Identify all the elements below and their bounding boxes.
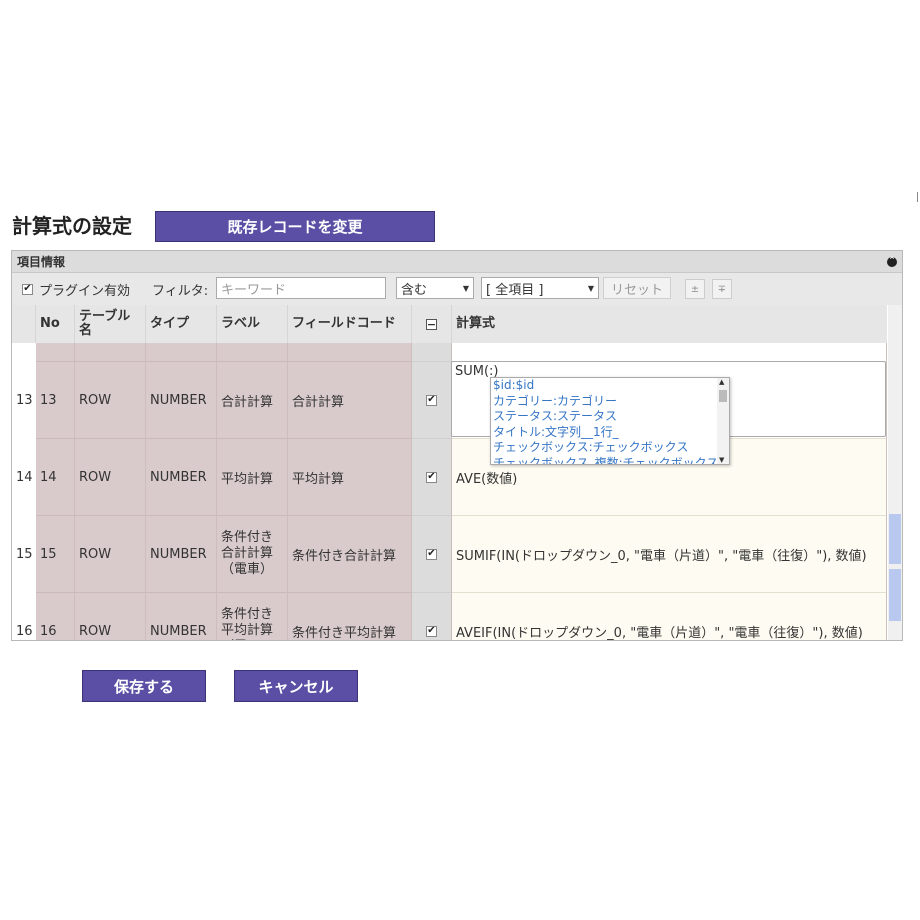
cell-code: 合計計算 [288,362,412,439]
table-row: 15 15 ROW NUMBER 条件付き合計計算（電車） 条件付き合計計算 ✔… [12,516,887,593]
caret-down-icon: ▼ [587,283,594,293]
cell-table [75,343,146,362]
cell-no: 14 [36,439,75,516]
cell-type: NUMBER [146,362,217,439]
row-enabled-checkbox[interactable]: ✔ [426,625,437,637]
cell-label: 合計計算 [217,362,288,439]
plugin-enabled-label: プラグイン有効 [39,283,131,299]
autocomplete-item[interactable]: チェックボックス_複数:チェックボックス_複数 [491,456,729,465]
cell-no [36,343,75,362]
cell-no: 13 [36,362,75,439]
col-no[interactable]: No [36,305,75,343]
cell-table: ROW [75,593,146,640]
filter-label: フィルタ: [152,283,209,299]
col-enabled: − [412,305,452,343]
row-enabled-checkbox[interactable]: ✔ [426,548,437,560]
autocomplete-item[interactable]: ステータス:ステータス [491,409,729,425]
match-select-value: 含む [401,282,428,298]
collapse-circle-icon[interactable]: ⌃ [887,256,897,267]
cell-enabled [412,343,452,362]
match-select[interactable]: 含む ▼ [396,277,474,299]
cell-label: 条件付き平均計算（電 [217,593,288,640]
cell-no: 15 [36,516,75,593]
cell-type: NUMBER [146,593,217,640]
col-table-name-label: テーブル名 [79,309,131,338]
cell-type [146,343,217,362]
cell-code: 条件付き平均計算 [288,593,412,640]
page-title: 計算式の設定 [12,214,132,238]
autocomplete-scrollbar[interactable]: ▲ ▼ [717,378,729,464]
row-number: 13 [12,362,36,439]
row-enabled-checkbox[interactable]: ✔ [426,394,437,406]
scroll-thumb[interactable] [889,569,901,621]
autocomplete-item[interactable]: $id:$id [491,378,729,394]
row-number: 14 [12,439,36,516]
col-rownum [12,305,36,343]
cell-formula[interactable]: SUMIF(IN(ドロップダウン_0, "電車（片道）", "電車（往復）"),… [452,516,887,593]
col-field-code[interactable]: フィールドコード [288,305,412,343]
cell-enabled: ✔ [412,439,452,516]
autocomplete-item[interactable]: タイトル:文字列__1行_ [491,425,729,441]
scroll-up-icon[interactable]: ▲ [719,378,724,386]
sort-desc-button[interactable]: ∓ [712,279,732,299]
field-select-value: [ 全項目 ] [486,282,544,298]
table-row: 14 14 ROW NUMBER 平均計算 平均計算 ✔ AVE(数値) [12,439,887,516]
cell-no: 16 [36,593,75,640]
row-number: 16 [12,593,36,640]
keyword-input[interactable]: キーワード [216,277,386,299]
cell-label: 平均計算 [217,439,288,516]
cell-type: NUMBER [146,439,217,516]
cell-label [217,343,288,362]
autocomplete-item[interactable]: チェックボックス:チェックボックス [491,440,729,456]
cell-formula[interactable]: AVEIF(IN(ドロップダウン_0, "電車（片道）", "電車（往復）"),… [452,593,887,640]
cell-label: 条件付き合計計算（電車） [217,516,288,593]
scroll-thumb[interactable] [719,390,727,402]
panel-header: 項目情報 ⌃ [12,251,902,273]
panel-header-title: 項目情報 [17,255,66,269]
scroll-thumb[interactable] [889,514,901,564]
minus-checkbox-icon[interactable]: − [426,318,437,330]
cell-label-text: 条件付き合計計算（電車） [221,530,274,577]
col-table-name[interactable]: テーブル名 [75,305,146,343]
cell-table: ROW [75,439,146,516]
col-type[interactable]: タイプ [146,305,217,343]
cell-label-text: 条件付き平均計算（電 [221,607,274,640]
row-number [12,343,36,362]
cell-enabled: ✔ [412,593,452,640]
sort-asc-button[interactable]: ± [685,279,705,299]
scroll-down-icon[interactable]: ▼ [719,456,724,464]
cell-code: 条件付き合計計算 [288,516,412,593]
table-row: 16 16 ROW NUMBER 条件付き平均計算（電 条件付き平均計算 ✔ A… [12,593,887,640]
reset-button[interactable]: リセット [603,277,671,299]
autocomplete-item[interactable]: カテゴリー:カテゴリー [491,394,729,410]
change-existing-records-button[interactable]: 既存レコードを変更 [155,211,435,242]
cell-enabled: ✔ [412,362,452,439]
plugin-enabled-checkbox[interactable]: ✔ [22,283,33,295]
row-enabled-checkbox[interactable]: ✔ [426,471,437,483]
filter-toolbar: ✔ プラグイン有効 フィルタ: キーワード 含む ▼ [ 全項目 ] ▼ リセッ… [12,273,902,305]
cell-code [288,343,412,362]
col-formula[interactable]: 計算式 [452,305,887,343]
cell-table: ROW [75,516,146,593]
row-number: 15 [12,516,36,593]
cell-enabled: ✔ [412,516,452,593]
table-row [12,343,887,362]
field-select[interactable]: [ 全項目 ] ▼ [481,277,599,299]
autocomplete-list[interactable]: $id:$id カテゴリー:カテゴリー ステータス:ステータス タイトル:文字列… [490,377,730,465]
cell-type: NUMBER [146,516,217,593]
edge-mark [917,192,918,202]
field-info-panel: 項目情報 ⌃ ✔ プラグイン有効 フィルタ: キーワード 含む ▼ [ 全項目 … [11,250,903,641]
cancel-button[interactable]: キャンセル [234,670,358,702]
caret-down-icon: ▼ [462,283,469,293]
table-header: No テーブル名 タイプ ラベル フィールドコード − 計算式 [12,305,887,344]
cell-code: 平均計算 [288,439,412,516]
cell-table: ROW [75,362,146,439]
col-label[interactable]: ラベル [217,305,288,343]
cell-formula [452,343,887,362]
save-button[interactable]: 保存する [82,670,206,702]
